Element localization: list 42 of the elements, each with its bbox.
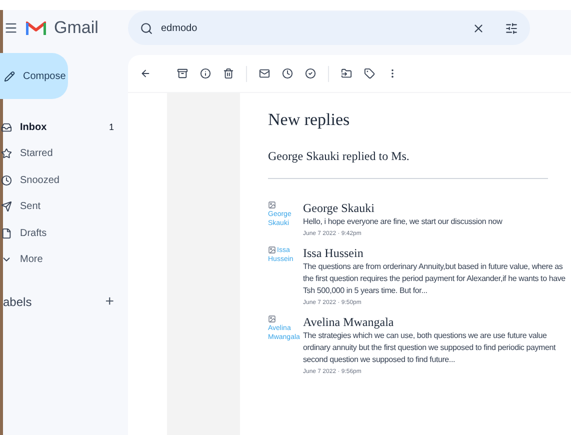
inbox-icon: [1, 122, 12, 133]
menu-icon[interactable]: [4, 21, 18, 35]
sender-name: George Skauki: [303, 200, 376, 216]
image-icon: [268, 200, 276, 209]
send-icon: [1, 201, 12, 212]
message-text: The strategies which we can use, both questions we are use future value ordinary annuity but the first question we supposed to find periodic payment second question we supposed to find future...: [303, 330, 557, 366]
pencil-icon: [4, 70, 15, 82]
check-circle-icon[interactable]: [305, 68, 316, 79]
trash-icon[interactable]: [223, 68, 234, 79]
file-icon: [1, 228, 12, 239]
sender-name: Avelina Mwangala: [303, 314, 395, 330]
gmail-logo-icon: [26, 20, 46, 36]
sidebar-item[interactable]: Starred: [3, 140, 128, 167]
email-title: New replies: [268, 109, 351, 131]
sender-name: Issa Hussein: [303, 246, 364, 260]
archive-icon[interactable]: [177, 68, 188, 79]
star-icon: [1, 148, 12, 160]
image-icon: [268, 314, 276, 323]
email-subtitle: George Skauki replied to Ms.: [268, 148, 410, 164]
info-icon[interactable]: [200, 68, 211, 79]
sidebar-item[interactable]: More: [3, 246, 128, 273]
filter-icon[interactable]: [505, 22, 518, 34]
search-icon: [140, 22, 153, 34]
app-name: Gmail: [54, 17, 98, 40]
clock-icon[interactable]: [282, 68, 293, 79]
clock-icon: [1, 174, 12, 186]
message-text: Hello, i hope everyone are fine, we start our discussion now: [303, 216, 504, 228]
sidebar-item[interactable]: Drafts: [3, 220, 128, 246]
search-field[interactable]: edmodo: [128, 11, 530, 45]
labels-heading: abels: [3, 294, 32, 312]
sidebar-item[interactable]: Inbox 1: [3, 114, 128, 140]
sidebar-item[interactable]: Snoozed: [3, 167, 128, 194]
back-icon[interactable]: [140, 68, 151, 79]
sidebar-item[interactable]: Sent: [3, 194, 128, 220]
close-icon[interactable]: [472, 22, 485, 34]
compose-button[interactable]: Compose: [0, 53, 68, 99]
add-label-button[interactable]: +: [105, 291, 114, 314]
message-text: The questions are from orderinary Annuity,but based in future value, where as the first question requires the period payment for Alexander,if he wants to have Tsh 500,000 in 5 years time. But for...: [303, 260, 566, 296]
folder-icon[interactable]: [341, 68, 352, 79]
mail-icon[interactable]: [259, 68, 270, 79]
tag-icon[interactable]: [364, 68, 375, 79]
image-icon: [268, 246, 276, 254]
